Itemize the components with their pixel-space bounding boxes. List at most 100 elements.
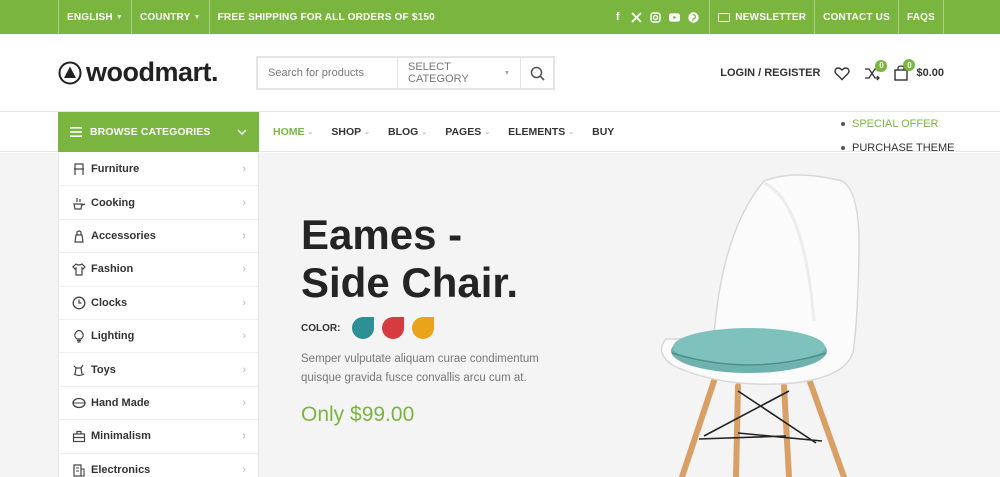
language-label: ENGLISH <box>67 11 113 23</box>
pinterest-icon[interactable] <box>688 11 699 23</box>
main-navigation: BROWSE CATEGORIES HOME ⌄ SHOP ⌄ BLOG ⌄ PAGE… <box>0 112 1000 154</box>
divider <box>943 0 944 34</box>
menu-item-shop[interactable]: SHOP ⌄ <box>331 126 370 138</box>
menu-item-label: ELEMENTS <box>508 126 566 138</box>
search-button[interactable] <box>520 58 553 88</box>
chair-icon <box>71 161 87 177</box>
bullet <box>841 146 845 150</box>
toy-icon <box>71 362 87 378</box>
chevron-down-icon: ⌄ <box>421 129 428 136</box>
color-options: COLOR: <box>301 317 442 339</box>
x-icon[interactable] <box>631 11 642 23</box>
hero-price: Only $99.00 <box>301 403 415 426</box>
chevron-right-icon: › <box>242 430 246 443</box>
category-select[interactable]: SELECT CATEGORY ▼ <box>397 58 520 88</box>
search-icon <box>530 66 545 81</box>
bulb-icon <box>71 328 87 344</box>
youtube-icon[interactable] <box>669 12 681 23</box>
category-label: Accessories <box>91 229 156 242</box>
country-selector[interactable]: COUNTRY ▼ <box>132 0 209 34</box>
menu-item-blog[interactable]: BLOG ⌄ <box>388 126 427 138</box>
category-label: Electronics <box>91 463 151 476</box>
top-bar: ENGLISH ▼ COUNTRY ▼ FREE SHIPPING FOR AL… <box>0 0 1000 34</box>
shirt-icon <box>71 261 87 277</box>
category-label: Fashion <box>91 263 134 276</box>
chevron-right-icon: › <box>242 363 246 376</box>
chevron-down-icon: ⌄ <box>364 129 371 136</box>
contact-link[interactable]: CONTACT US <box>815 0 898 34</box>
site-header: woodmart. SELECT CATEGORY ▼ LOGIN / REGI… <box>0 34 1000 112</box>
hero-title-line-2: Side Chair. <box>301 259 519 306</box>
category-label: Lighting <box>91 330 135 343</box>
facebook-icon[interactable]: f <box>612 11 623 23</box>
menu-item-label: BLOG <box>388 126 419 138</box>
chevron-right-icon: › <box>242 263 246 276</box>
search-input[interactable] <box>258 58 397 88</box>
category-label: Cooking <box>91 196 135 209</box>
chevron-down-icon: ⌄ <box>307 129 314 136</box>
country-label: COUNTRY <box>140 11 191 23</box>
logo-text: woodmart. <box>86 57 219 87</box>
category-item-fashion[interactable]: Fashion › <box>59 253 258 287</box>
category-item-accessories[interactable]: Accessories › <box>59 220 258 254</box>
social-links: f <box>602 11 709 23</box>
hero-title-line-1: Eames - <box>301 211 463 258</box>
chevron-right-icon: › <box>242 396 246 409</box>
chevron-down-icon: ▼ <box>115 13 123 21</box>
menu-item-label: HOME <box>273 126 305 138</box>
logo[interactable]: woodmart. <box>58 57 219 88</box>
category-item-minimalism[interactable]: Minimalism › <box>59 420 258 454</box>
cart-button[interactable]: 0 <box>894 59 916 81</box>
bullet <box>841 122 845 126</box>
chevron-right-icon: › <box>242 196 246 209</box>
heart-icon <box>834 66 851 80</box>
compare-button[interactable]: 0 <box>864 59 888 81</box>
cooking-icon <box>71 195 87 211</box>
language-selector[interactable]: ENGLISH ▼ <box>59 0 131 34</box>
faqs-link[interactable]: FAQS <box>899 0 943 34</box>
chevron-down-icon: ▼ <box>193 13 201 21</box>
category-item-furniture[interactable]: Furniture › <box>59 153 258 187</box>
chevron-down-icon: ▼ <box>503 69 511 77</box>
category-item-hand-made[interactable]: Hand Made › <box>59 387 258 421</box>
browse-categories-button[interactable]: BROWSE CATEGORIES <box>58 112 259 152</box>
browse-categories-label: BROWSE CATEGORIES <box>90 126 211 138</box>
chevron-right-icon: › <box>242 463 246 476</box>
chevron-down-icon <box>237 129 247 135</box>
color-swatch-red[interactable] <box>382 317 405 339</box>
login-register-link[interactable]: LOGIN / REGISTER <box>720 67 820 79</box>
category-select-label: SELECT CATEGORY <box>408 61 469 85</box>
wishlist-button[interactable] <box>834 66 851 81</box>
menu-item-pages[interactable]: PAGES ⌄ <box>445 126 490 138</box>
cart-total[interactable]: $0.00 <box>916 67 944 79</box>
menu-item-home[interactable]: HOME ⌄ <box>273 126 313 138</box>
clock-icon <box>71 295 87 311</box>
main-menu: HOME ⌄ SHOP ⌄ BLOG ⌄ PAGES ⌄ ELEMENTS ⌄ BUY <box>273 112 632 152</box>
instagram-icon[interactable] <box>650 11 661 23</box>
chevron-right-icon: › <box>242 296 246 309</box>
special-offer-label: SPECIAL OFFER <box>852 118 939 130</box>
category-item-clocks[interactable]: Clocks › <box>59 287 258 320</box>
category-label: Toys <box>91 363 116 376</box>
menu-item-label: BUY <box>592 126 615 138</box>
special-offer-link[interactable]: SPECIAL OFFER <box>841 112 954 136</box>
menu-item-label: SHOP <box>331 126 362 138</box>
chevron-down-icon: ⌄ <box>568 129 575 136</box>
newsletter-link[interactable]: NEWSLETTER <box>710 0 814 34</box>
category-item-toys[interactable]: Toys › <box>59 353 258 387</box>
category-item-cooking[interactable]: Cooking › <box>59 186 258 220</box>
color-label: COLOR: <box>301 322 341 334</box>
color-swatch-orange[interactable] <box>412 317 435 339</box>
chevron-right-icon: › <box>242 229 246 242</box>
menu-item-elements[interactable]: ELEMENTS ⌄ <box>508 126 574 138</box>
eames-chair-image <box>660 174 860 477</box>
chevron-right-icon: › <box>242 163 246 176</box>
category-item-electronics[interactable]: Electronics › <box>59 454 258 477</box>
category-sidebar: Furniture › Cooking › Accessories › Fash… <box>58 153 259 477</box>
menu-item-buy[interactable]: BUY <box>592 126 614 138</box>
search-bar: SELECT CATEGORY ▼ <box>256 56 555 90</box>
mail-icon <box>718 12 731 22</box>
category-item-lighting[interactable]: Lighting › <box>59 320 258 354</box>
color-swatch-teal[interactable] <box>352 317 375 339</box>
category-label: Minimalism <box>91 430 151 443</box>
